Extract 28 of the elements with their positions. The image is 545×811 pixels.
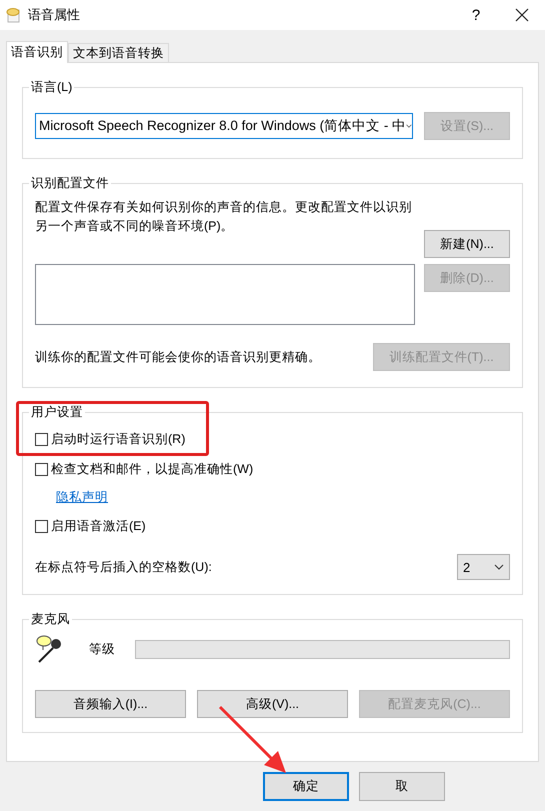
profile-list[interactable] bbox=[35, 264, 415, 325]
hint-text: 训练你的配置文件可能会使你的语音识别更精确。 bbox=[35, 348, 321, 366]
microphone-button[interactable]: 高级(V)... bbox=[197, 690, 348, 718]
checkbox[interactable]: 检查文档和邮件，以提高准确性(W) bbox=[35, 459, 510, 479]
tab[interactable]: 文本到语音转换 bbox=[68, 43, 169, 62]
checkbox[interactable]: 启用语音激活(E) bbox=[35, 516, 510, 536]
dialog-button[interactable]: 取 bbox=[359, 772, 445, 801]
spaces-dropdown[interactable]: 2 bbox=[457, 554, 510, 580]
tab[interactable]: 语音识别 bbox=[6, 41, 68, 63]
group-label: 识别配置文件 bbox=[30, 175, 110, 192]
chevron-icon bbox=[494, 564, 504, 570]
spaces-label: 在标点符号后插入的空格数(U): bbox=[35, 558, 212, 576]
group-label: 用户设置 bbox=[30, 404, 84, 421]
window-title: 语音属性 bbox=[28, 6, 81, 24]
language-dropdown[interactable]: Microsoft Speech Recognizer 8.0 for Windows (简体中文 - 中 bbox=[35, 113, 413, 139]
help-button[interactable]: ? bbox=[453, 0, 499, 30]
new-button[interactable]: 新建(N)... bbox=[424, 230, 510, 258]
close-icon bbox=[515, 8, 529, 22]
group-label: 麦克风 bbox=[30, 611, 71, 628]
level-label: 等级 bbox=[89, 640, 115, 658]
app-icon bbox=[6, 7, 22, 23]
chevron-icon bbox=[406, 123, 412, 129]
description-text: 配置文件保存有关如何识别你的声音的信息。更改配置文件以识别另一个声音或不同的噪音环境(P)。 bbox=[35, 199, 413, 235]
group-label: 语言(L) bbox=[30, 79, 74, 96]
microphone-button[interactable]: 音频输入(I)... bbox=[35, 690, 186, 718]
dialog-button[interactable]: 确定 bbox=[263, 772, 349, 801]
privacy-link[interactable]: 隐私声明 bbox=[56, 490, 108, 504]
checkbox[interactable]: 启动时运行语音识别(R) bbox=[35, 429, 510, 449]
